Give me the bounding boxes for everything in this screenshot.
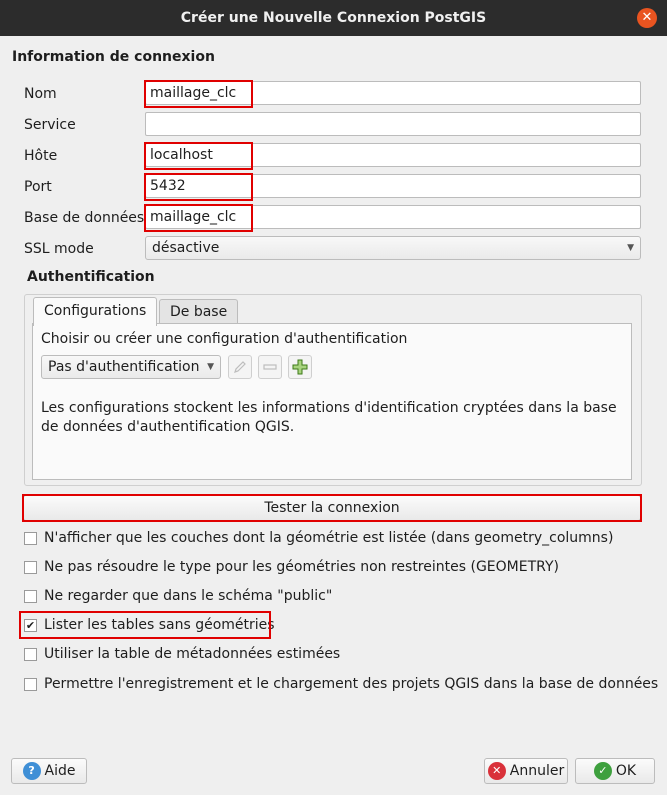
choose-config-label: Choisir ou créer une configuration d'aut… xyxy=(41,331,408,347)
authentication-title: Authentification xyxy=(27,269,155,285)
checkbox[interactable] xyxy=(24,677,37,691)
auth-config-value: Pas d'authentification xyxy=(48,359,200,375)
connection-info-title: Information de connexion xyxy=(12,49,215,65)
add-icon xyxy=(292,359,308,375)
option-label: Ne regarder que dans le schéma "public" xyxy=(44,588,333,604)
database-field[interactable]: maillage_clc xyxy=(145,205,641,229)
checkbox[interactable] xyxy=(24,589,37,603)
ssl-mode-value: désactive xyxy=(152,240,220,256)
tab-de-base[interactable]: De base xyxy=(159,299,239,324)
title-bar: Créer une Nouvelle Connexion PostGIS ✕ xyxy=(0,0,667,36)
cancel-button[interactable]: ✕ Annuler xyxy=(484,758,568,784)
checkbox[interactable] xyxy=(24,560,37,574)
option-dont-resolve-type[interactable]: Ne pas résoudre le type pour les géométr… xyxy=(24,556,559,578)
ok-label: OK xyxy=(615,763,637,779)
option-project-storage[interactable]: Permettre l'enregistrement et le chargem… xyxy=(24,673,658,695)
option-label: Utiliser la table de métadonnées estimée… xyxy=(44,646,341,662)
option-label: Ne pas résoudre le type pour les géométr… xyxy=(44,559,559,575)
help-icon: ? xyxy=(22,762,41,780)
port-field[interactable]: 5432 xyxy=(145,174,641,198)
option-public-schema-only[interactable]: Ne regarder que dans le schéma "public" xyxy=(24,585,332,607)
host-label: Hôte xyxy=(24,148,58,164)
checkbox[interactable] xyxy=(24,531,37,545)
help-button[interactable]: ? Aide xyxy=(11,758,87,784)
service-label: Service xyxy=(24,117,76,133)
checkbox[interactable] xyxy=(24,647,37,661)
service-field[interactable] xyxy=(145,112,641,136)
port-label: Port xyxy=(24,179,52,195)
remove-config-button[interactable] xyxy=(258,355,282,379)
help-label: Aide xyxy=(44,763,76,779)
name-field[interactable]: maillage_clc xyxy=(145,81,641,105)
option-estimated-metadata[interactable]: Utiliser la table de métadonnées estimée… xyxy=(24,643,340,665)
window-title: Créer une Nouvelle Connexion PostGIS xyxy=(180,10,487,26)
pencil-icon xyxy=(234,361,246,373)
add-config-button[interactable] xyxy=(288,355,312,379)
checkbox-checked[interactable]: ✔ xyxy=(24,618,37,632)
name-label: Nom xyxy=(24,86,57,102)
auth-info-text: Les configurations stockent les informat… xyxy=(41,400,617,435)
database-label: Base de données xyxy=(24,210,145,226)
option-geometry-columns[interactable]: N'afficher que les couches dont la géomé… xyxy=(24,527,613,549)
cancel-label: Annuler xyxy=(509,763,565,779)
ssl-mode-label: SSL mode xyxy=(24,241,94,257)
close-icon[interactable]: ✕ xyxy=(637,8,657,28)
option-list-tables-no-geometry[interactable]: ✔ Lister les tables sans géométries xyxy=(24,614,275,636)
chevron-down-icon: ▼ xyxy=(627,243,634,253)
option-label: Permettre l'enregistrement et le chargem… xyxy=(44,676,659,692)
host-field[interactable]: localhost xyxy=(145,143,641,167)
chevron-down-icon: ▼ xyxy=(207,362,214,372)
auth-config-select[interactable]: Pas d'authentification ▼ xyxy=(41,355,221,379)
option-label: N'afficher que les couches dont la géomé… xyxy=(44,530,614,546)
ok-button[interactable]: ✓ OK xyxy=(575,758,655,784)
remove-icon xyxy=(263,364,277,370)
option-label: Lister les tables sans géométries xyxy=(44,617,275,633)
ok-icon: ✓ xyxy=(593,762,612,780)
test-connection-button[interactable]: Tester la connexion xyxy=(23,495,641,521)
tab-configurations[interactable]: Configurations xyxy=(33,297,158,326)
cancel-icon: ✕ xyxy=(487,762,506,780)
ssl-mode-select[interactable]: désactive ▼ xyxy=(145,236,641,260)
edit-config-button[interactable] xyxy=(228,355,252,379)
